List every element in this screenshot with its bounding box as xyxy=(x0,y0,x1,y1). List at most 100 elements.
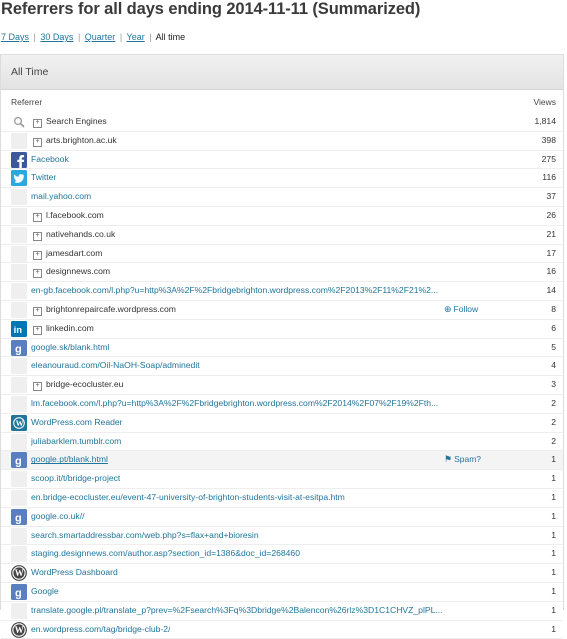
view-count: 1 xyxy=(551,491,556,502)
referrer-row[interactable]: search.smartaddressbar.com/web.php?s=fla… xyxy=(1,527,563,546)
expand-icon[interactable]: + xyxy=(33,325,42,335)
referrer-row[interactable]: W WordPress.com Reader 2 xyxy=(1,414,563,433)
referrer-row[interactable]: lm.facebook.com/l.php?u=http%3A%2F%2Fbri… xyxy=(1,395,563,414)
referrer-row[interactable]: + bridge-ecocluster.eu 3 xyxy=(1,376,563,395)
referrer-link[interactable]: staging.designnews.com/author.asp?sectio… xyxy=(31,545,300,563)
expand-icon[interactable]: + xyxy=(33,269,42,279)
referrer-label-text: nativehands.co.uk xyxy=(46,228,116,239)
referrer-link[interactable]: WordPress Dashboard xyxy=(31,564,118,582)
view-count: 1 xyxy=(551,454,556,465)
referrer-row[interactable]: Facebook 275 xyxy=(1,151,563,170)
view-count: 17 xyxy=(546,247,556,258)
view-count: 116 xyxy=(542,172,556,183)
referrer-group-label[interactable]: + jamesdart.com xyxy=(33,245,102,263)
referrer-link[interactable]: Google xyxy=(31,583,59,601)
expand-icon[interactable]: + xyxy=(33,250,42,260)
svg-text:g: g xyxy=(15,343,22,355)
view-count: 16 xyxy=(546,266,556,277)
referrer-row[interactable]: eleanouraud.com/Oil-NaOH-Soap/adminedit 4 xyxy=(1,357,563,377)
referrer-group-label[interactable]: + brightonrepaircafe.wordpress.com xyxy=(33,301,176,319)
view-count: 1 xyxy=(551,567,556,578)
blank-icon xyxy=(11,132,27,149)
expand-icon[interactable]: + xyxy=(33,137,42,147)
referrer-row[interactable]: g google.co.uk// 1 xyxy=(1,508,563,527)
separator: | xyxy=(33,32,36,42)
referrer-row[interactable]: in + linkedin.com 6 xyxy=(1,320,563,339)
referrer-link[interactable]: Facebook xyxy=(31,151,69,169)
referrer-link[interactable]: juliabarklem.tumblr.com xyxy=(31,433,121,451)
referrer-row[interactable]: + nativehands.co.uk 21 xyxy=(1,226,563,245)
referrer-group-label[interactable]: + Search Engines xyxy=(33,113,107,131)
referrer-row[interactable]: g google.pt/blank.html ⚑ Spam? 1 xyxy=(1,451,563,471)
wordpress-icon: W xyxy=(11,565,27,582)
referrer-label-text: arts.brighton.ac.uk xyxy=(46,134,117,145)
referrer-row[interactable]: translate.google.pl/translate_p?prev=%2F… xyxy=(1,602,563,621)
referrer-link[interactable]: mail.yahoo.com xyxy=(31,188,91,206)
follow-button[interactable]: ⊕ Follow xyxy=(444,301,478,319)
follow-icon: ⊕ xyxy=(444,303,452,314)
referrer-link[interactable]: scoop.it/t/bridge-project xyxy=(31,470,120,488)
wordpress-icon: W xyxy=(11,621,27,638)
view-count: 8 xyxy=(551,303,556,314)
referrer-label-text: WordPress.com Reader xyxy=(31,416,123,427)
referrer-link[interactable]: google.co.uk// xyxy=(31,508,85,526)
view-count: 1 xyxy=(551,510,556,521)
referrer-group-label[interactable]: + linkedin.com xyxy=(33,320,94,338)
referrer-row[interactable]: juliabarklem.tumblr.com 2 xyxy=(1,433,563,452)
referrer-label-text: mail.yahoo.com xyxy=(31,191,92,202)
referrer-row[interactable]: scoop.it/t/bridge-project 1 xyxy=(1,470,563,489)
view-count: 1 xyxy=(551,604,556,615)
referrer-label-text: juliabarklem.tumblr.com xyxy=(31,435,122,446)
referrer-row[interactable]: en-gb.facebook.com/l.php?u=http%3A%2F%2F… xyxy=(1,282,563,301)
referrer-row[interactable]: staging.designnews.com/author.asp?sectio… xyxy=(1,545,563,565)
referrer-label-text: scoop.it/t/bridge-project xyxy=(31,473,121,484)
range-year-link[interactable]: Year xyxy=(127,32,145,42)
range-quarter-link[interactable]: Quarter xyxy=(85,32,116,42)
referrer-row[interactable]: + l.facebook.com 26 xyxy=(1,207,563,226)
referrer-link[interactable]: google.sk/blank.html xyxy=(31,339,109,357)
range-7-days-link[interactable]: 7 Days xyxy=(1,32,29,42)
referrer-row[interactable]: + jamesdart.com 17 xyxy=(1,245,563,264)
svg-text:g: g xyxy=(15,587,22,599)
referrer-link[interactable]: search.smartaddressbar.com/web.php?s=fla… xyxy=(31,527,259,545)
blank-icon xyxy=(11,546,27,563)
action-label: Spam? xyxy=(454,454,482,465)
referrer-link[interactable]: google.pt/blank.html xyxy=(31,451,108,469)
referrer-link[interactable]: en.bridge-ecocluster.eu/event-47-univers… xyxy=(31,489,345,507)
referrer-row[interactable]: Wen.wordpress.com/tag/bridge-club-2/1 xyxy=(1,621,563,639)
referrer-label-text: en-gb.facebook.com/l.php?u=http%3A%2F%2F… xyxy=(31,285,439,296)
referrer-link[interactable]: WordPress.com Reader xyxy=(31,414,123,432)
referrer-link[interactable]: Twitter xyxy=(31,169,56,187)
referrer-link[interactable]: translate.google.pl/translate_p?prev=%2F… xyxy=(31,602,443,620)
range-30-days-link[interactable]: 30 Days xyxy=(40,32,73,42)
spam-button[interactable]: ⚑ Spam? xyxy=(444,451,481,469)
blank-icon xyxy=(11,264,27,281)
referrer-row[interactable]: + arts.brighton.ac.uk 398 xyxy=(1,132,563,151)
expand-icon[interactable]: + xyxy=(33,119,42,128)
referrer-row[interactable]: + Search Engines 1,814 xyxy=(1,113,563,132)
referrer-row[interactable]: en.bridge-ecocluster.eu/event-47-univers… xyxy=(1,489,563,508)
expand-icon[interactable]: + xyxy=(33,231,42,241)
google-icon: g xyxy=(11,339,27,356)
referrer-link[interactable]: eleanouraud.com/Oil-NaOH-Soap/adminedit xyxy=(31,357,200,375)
referrer-link[interactable]: en.wordpress.com/tag/bridge-club-2/ xyxy=(31,621,170,639)
referrer-group-label[interactable]: + nativehands.co.uk xyxy=(33,226,115,244)
referrer-row[interactable]: g Google 1 xyxy=(1,583,563,602)
referrer-row[interactable]: Twitter 116 xyxy=(1,169,563,189)
referrer-row[interactable]: mail.yahoo.com 37 xyxy=(1,188,563,207)
expand-icon[interactable]: + xyxy=(33,306,42,316)
blank-icon xyxy=(11,301,27,318)
referrer-group-label[interactable]: + arts.brighton.ac.uk xyxy=(33,132,117,150)
referrer-link[interactable]: lm.facebook.com/l.php?u=http%3A%2F%2Fbri… xyxy=(31,395,438,413)
expand-icon[interactable]: + xyxy=(33,212,42,222)
referrer-row[interactable]: g google.sk/blank.html 5 xyxy=(1,339,563,358)
referrer-row[interactable]: W WordPress Dashboard 1 xyxy=(1,564,563,583)
referrer-group-label[interactable]: + designnews.com xyxy=(33,263,110,281)
referrer-group-label[interactable]: + bridge-ecocluster.eu xyxy=(33,376,123,394)
referrer-row[interactable]: + brightonrepaircafe.wordpress.com ⊕ Follow… xyxy=(1,301,563,320)
expand-icon[interactable]: + xyxy=(33,382,42,392)
referrer-group-label[interactable]: + l.facebook.com xyxy=(33,207,104,225)
referrer-link[interactable]: en-gb.facebook.com/l.php?u=http%3A%2F%2F… xyxy=(31,282,438,300)
referrer-row[interactable]: + designnews.com 16 xyxy=(1,263,563,283)
view-count: 5 xyxy=(551,341,556,352)
